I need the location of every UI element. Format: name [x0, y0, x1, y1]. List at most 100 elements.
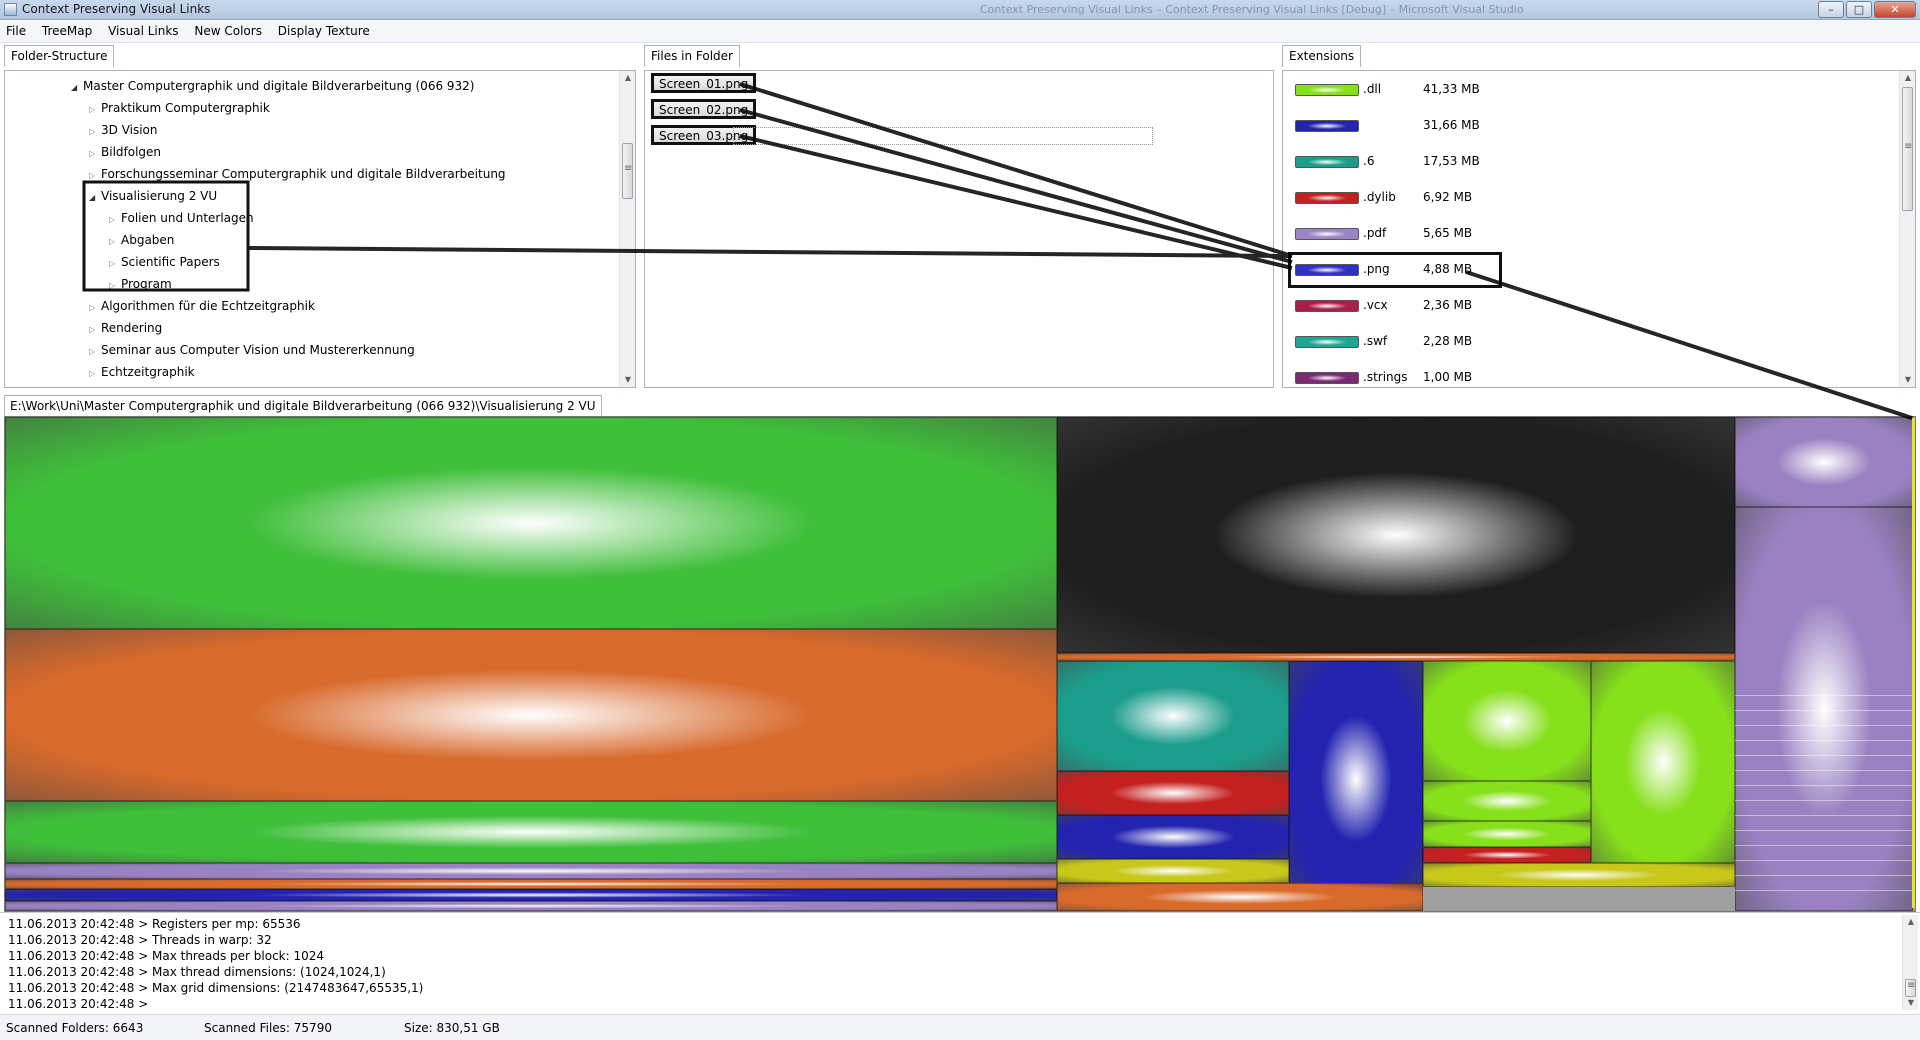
treemap-cell-yellow[interactable] — [1057, 859, 1289, 883]
menu-visual-links[interactable]: Visual Links — [102, 21, 184, 41]
scroll-up-icon[interactable]: ▲ — [1900, 71, 1915, 85]
files-in-folder-panel: Files in Folder Screen_01.png Screen_02.… — [642, 45, 1276, 390]
collapsed-arrow-icon[interactable]: ▷ — [109, 211, 121, 229]
tree-item[interactable]: ▷ Algorithmen für die Echtzeitgraphik — [89, 297, 315, 315]
tab-extensions[interactable]: Extensions — [1282, 45, 1362, 67]
tab-files-in-folder[interactable]: Files in Folder — [644, 45, 740, 67]
tree-item[interactable]: ▷ Program — [109, 275, 172, 293]
treemap-cell-orange[interactable] — [5, 629, 1057, 801]
extensions-scrollbar[interactable]: ▲ ▼ — [1899, 71, 1915, 387]
collapsed-arrow-icon[interactable]: ▷ — [89, 145, 101, 163]
treemap-cell-divider — [1735, 875, 1913, 876]
tree-item[interactable]: ▷ Bildfolgen — [89, 143, 161, 161]
tree-item[interactable]: ◢ Master Computergraphik und digitale Bil… — [71, 77, 475, 95]
tree-item[interactable]: ◢ Visualisierung 2 VU — [89, 187, 217, 205]
treemap-cell-bottom-strip[interactable] — [1057, 883, 1423, 911]
treemap-cell-lime[interactable] — [1423, 661, 1591, 781]
tree-item[interactable]: ▷ Abgaben — [109, 231, 174, 249]
extension-row[interactable]: .swf 2,28 MB — [1295, 331, 1495, 353]
collapsed-arrow-icon[interactable]: ▷ — [89, 365, 101, 383]
expanded-arrow-icon[interactable]: ◢ — [89, 189, 101, 207]
treemap-cell-yellow-wide[interactable] — [1423, 863, 1735, 887]
extension-row[interactable]: .png 4,88 MB — [1288, 252, 1502, 288]
tree-item[interactable]: ▷ Scientific Papers — [109, 253, 220, 271]
tree-item[interactable]: ▷ Rendering — [89, 319, 162, 337]
treemap-cell-orange-strip[interactable] — [5, 879, 1057, 889]
treemap-cell-black[interactable] — [1057, 417, 1735, 653]
scroll-up-icon[interactable]: ▲ — [620, 71, 635, 85]
collapsed-arrow-icon[interactable]: ▷ — [89, 321, 101, 339]
extension-row[interactable]: .6 17,53 MB — [1295, 151, 1495, 173]
collapsed-arrow-icon[interactable]: ▷ — [89, 101, 101, 119]
collapsed-arrow-icon[interactable]: ▷ — [89, 123, 101, 141]
collapsed-arrow-icon[interactable]: ▷ — [109, 277, 121, 295]
tree-item[interactable]: ▷ Echtzeitgraphik — [89, 363, 195, 381]
treemap-cell-purple-column[interactable] — [1735, 507, 1913, 911]
extension-row[interactable]: .pdf 5,65 MB — [1295, 223, 1495, 245]
treemap-cell-dll[interactable] — [5, 417, 1057, 629]
scroll-thumb[interactable] — [622, 143, 633, 199]
scroll-up-icon[interactable]: ▲ — [1903, 915, 1919, 929]
treemap-cell-red[interactable] — [1057, 771, 1289, 815]
collapsed-arrow-icon[interactable]: ▷ — [89, 167, 101, 185]
file-item[interactable]: Screen_01.png — [651, 73, 757, 93]
menu-new-colors[interactable]: New Colors — [188, 21, 268, 41]
extension-row[interactable]: .vcx 2,36 MB — [1295, 295, 1495, 317]
tree-item[interactable]: ▷ 3D Vision — [89, 121, 158, 139]
treemap-cell-thin-strip[interactable] — [5, 901, 1057, 911]
extension-row[interactable]: .dylib 6,92 MB — [1295, 187, 1495, 209]
tree-item[interactable]: ▷ Forschungsseminar Computergraphik und d… — [89, 165, 506, 183]
treemap-path-tab[interactable]: E:\Work\Uni\Master Computergraphik und d… — [4, 395, 602, 416]
scroll-down-icon[interactable]: ▼ — [1903, 996, 1919, 1010]
collapsed-arrow-icon[interactable]: ▷ — [109, 233, 121, 251]
tree-item[interactable]: ▷ Folien und Unterlagen — [109, 209, 254, 227]
treemap-cell-thin-orange[interactable] — [1057, 653, 1735, 661]
log-scrollbar[interactable]: ▲ ▼ — [1902, 915, 1918, 1010]
treemap-cell-blue-tall[interactable] — [1289, 661, 1423, 897]
treemap-cell-green-small[interactable] — [5, 801, 1057, 863]
collapsed-arrow-icon[interactable]: ▷ — [89, 343, 101, 361]
treemap[interactable] — [4, 416, 1916, 912]
menu-display-texture[interactable]: Display Texture — [272, 21, 376, 41]
file-item[interactable]: Screen_02.png — [651, 99, 757, 119]
tab-folder-structure[interactable]: Folder-Structure — [4, 45, 115, 67]
collapsed-arrow-icon[interactable]: ▷ — [89, 299, 101, 317]
menu-file[interactable]: File — [0, 21, 32, 41]
scroll-thumb[interactable] — [1905, 979, 1916, 997]
extension-color-swatch — [1295, 228, 1359, 240]
maximize-button[interactable]: □ — [1846, 1, 1872, 18]
extension-row[interactable]: .dll 41,33 MB — [1295, 79, 1495, 101]
minimize-button[interactable]: – — [1818, 1, 1844, 18]
treemap-cell-divider — [1735, 740, 1913, 741]
log-message: Threads in warp: 32 — [152, 933, 272, 947]
treemap-cell-divider — [1735, 755, 1913, 756]
extension-row[interactable]: 31,66 MB — [1295, 115, 1495, 137]
scroll-down-icon[interactable]: ▼ — [1900, 373, 1915, 387]
treemap-cell-blue-strip[interactable] — [5, 889, 1057, 901]
treemap-cell-purple-top[interactable] — [1735, 417, 1913, 507]
treemap-cell-blue-small[interactable] — [1057, 815, 1289, 859]
log-message: Max grid dimensions: (2147483647,65535,1… — [152, 981, 424, 995]
treemap-cell-lime-2[interactable] — [1423, 781, 1591, 821]
log-timestamp: 11.06.2013 20:42:48 > — [8, 997, 149, 1011]
scroll-thumb[interactable] — [1902, 87, 1913, 211]
tree-item[interactable]: ▷ Seminar aus Computer Vision und Mustere… — [89, 341, 415, 359]
close-button[interactable]: ✕ — [1874, 1, 1916, 18]
treemap-cell-lime-3[interactable] — [1423, 821, 1591, 847]
folder-tree-scrollbar[interactable]: ▲ ▼ — [619, 71, 635, 387]
log-line: 11.06.2013 20:42:48 > Max thread dimensio… — [8, 965, 386, 979]
treemap-cell-divider — [1735, 815, 1913, 816]
treemap-cell-teal[interactable] — [1057, 661, 1289, 771]
treemap-cell-red-small[interactable] — [1423, 847, 1591, 863]
treemap-cell-purple-strip[interactable] — [5, 863, 1057, 879]
collapsed-arrow-icon[interactable]: ▷ — [109, 255, 121, 273]
treemap-cell-divider — [1735, 890, 1913, 891]
treemap-cell-lime-tall[interactable] — [1591, 661, 1735, 863]
folder-structure-panel: Folder-Structure ◢ Master Computergraphik… — [2, 45, 638, 390]
expanded-arrow-icon[interactable]: ◢ — [71, 79, 83, 97]
extension-row[interactable]: .strings 1,00 MB — [1295, 367, 1495, 387]
menu-treemap[interactable]: TreeMap — [36, 21, 98, 41]
tree-item[interactable]: ▷ Praktikum Computergraphik — [89, 99, 270, 117]
log-timestamp: 11.06.2013 20:42:48 > — [8, 965, 149, 979]
scroll-down-icon[interactable]: ▼ — [620, 373, 635, 387]
